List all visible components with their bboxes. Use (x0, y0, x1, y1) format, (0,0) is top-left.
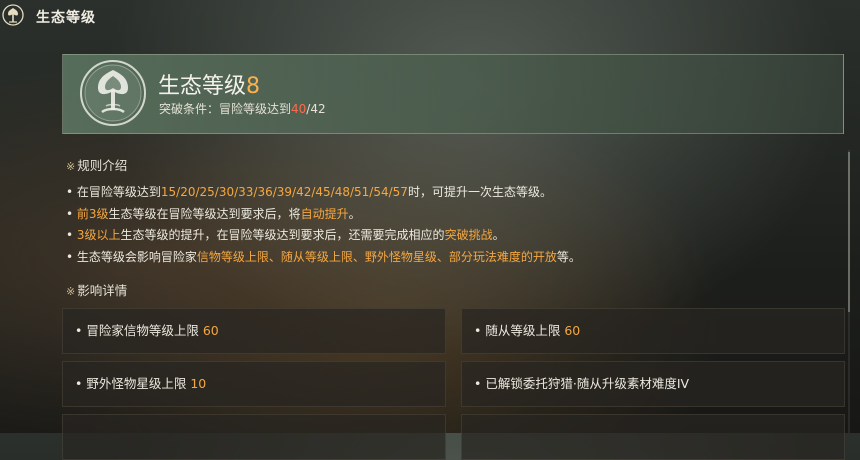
effect-label: • 冒险家信物等级上限 (75, 323, 199, 338)
eco-level-value: 8 (246, 74, 261, 99)
effect-label: • 野外怪物星级上限 (75, 376, 187, 391)
condition-label: 突破条件：冒险等级达到 (159, 102, 292, 116)
rule-highlight-text: 15/20/25/30/33/36/39/42/45/48/51/54/57 (160, 185, 408, 199)
rules-heading: ※ 规则介绍 (66, 155, 127, 174)
breakthrough-condition: 突破条件：冒险等级达到40/42 (159, 100, 326, 117)
rule-text: 时，可提升一次生态等级。 (407, 185, 552, 199)
effect-label: • 已解锁委托狩猎·随从升级素材难度IV (474, 376, 690, 391)
rule-highlight-text: 前3级 (76, 206, 109, 221)
scrollbar-thumb[interactable] (848, 152, 850, 312)
rule-item: • 生态等级会影响冒险家信物等级上限、随从等级上限、野外怪物星级、部分玩法难度的… (66, 247, 826, 269)
rule-text: 生态等级的提升，在冒险等级达到要求后，还需要完成相应的 (120, 228, 445, 242)
top-bar: 生态等级 (0, 0, 860, 36)
effect-item-partial (461, 414, 845, 460)
rule-text: • 生态等级会影响冒险家 (66, 249, 197, 264)
rule-text: • (66, 228, 77, 242)
rule-highlight-text: 信物等级上限、随从等级上限、野外怪物星级、部分玩法难度的开放 (196, 249, 557, 264)
rule-highlight-text: 自动提升 (300, 206, 349, 221)
rule-item: • 在冒险等级达到15/20/25/30/33/36/39/42/45/48/5… (66, 182, 826, 204)
eco-level-title-text: 生态等级 (158, 74, 247, 99)
effect-label: • 随从等级上限 (474, 323, 561, 338)
rule-item: • 前3级生态等级在冒险等级达到要求后，将自动提升。 (66, 204, 826, 226)
rule-text: 。 (348, 206, 361, 221)
rule-text: • (66, 206, 77, 221)
effect-value: 10 (190, 376, 207, 391)
page-title: 生态等级 (36, 10, 96, 26)
effect-item: • 冒险家信物等级上限 60 (62, 308, 446, 354)
rule-text: 生态等级在冒险等级达到要求后，将 (108, 206, 301, 221)
rules-list: • 在冒险等级达到15/20/25/30/33/36/39/42/45/48/5… (66, 182, 826, 268)
rule-highlight-text: 突破挑战 (444, 228, 493, 242)
effect-item: • 随从等级上限 60 (461, 308, 845, 354)
effect-item: • 野外怪物星级上限 10 (62, 361, 446, 407)
effect-value: 60 (202, 323, 219, 338)
eco-level-title: 生态等级8 (158, 68, 260, 100)
tree-emblem-icon[interactable] (2, 4, 24, 26)
effects-heading-text: 影响详情 (77, 283, 128, 298)
rule-item: • 3级以上生态等级的提升，在冒险等级达到要求后，还需要完成相应的突破挑战。 (66, 225, 826, 247)
rules-heading-text: 规则介绍 (77, 158, 128, 173)
rule-highlight-text: 3级以上 (76, 228, 121, 242)
effects-heading: ※ 影响详情 (66, 280, 127, 299)
rule-text: • 在冒险等级达到 (66, 185, 161, 199)
tree-emblem-icon (80, 60, 146, 126)
condition-total: /42 (306, 102, 326, 116)
effect-value: 60 (564, 323, 581, 338)
effect-item: • 已解锁委托狩猎·随从升级素材难度IV (461, 361, 845, 407)
rule-text: 。 (492, 228, 505, 242)
rule-text: 等。 (556, 249, 581, 264)
effect-item-partial (62, 414, 446, 460)
section-mark-icon: ※ (66, 160, 76, 173)
condition-current: 40 (291, 102, 307, 116)
section-mark-icon: ※ (66, 285, 76, 298)
